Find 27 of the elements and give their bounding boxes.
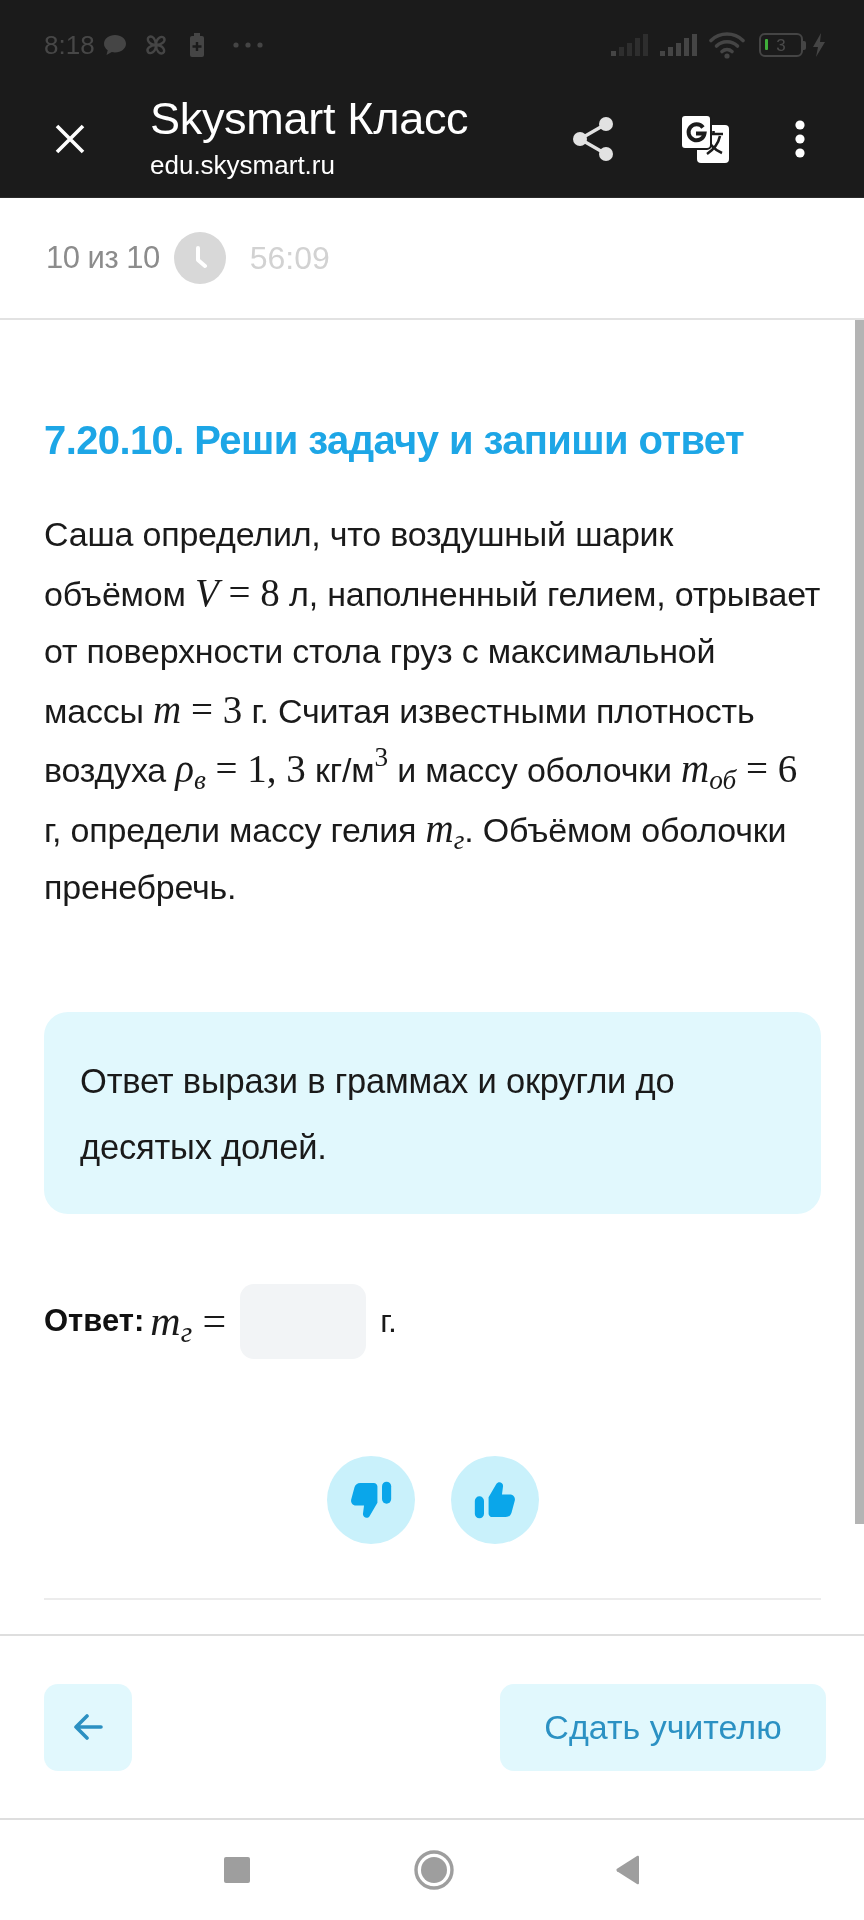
page-url: edu.skysmart.ru bbox=[150, 148, 336, 181]
question-counter: 10 из 10 bbox=[46, 240, 160, 276]
hint-text: Ответ вырази в граммах и округли до десятых долей. bbox=[80, 1060, 676, 1168]
translate-icon bbox=[680, 113, 730, 164]
wifi-icon bbox=[709, 31, 745, 59]
signal-icon bbox=[611, 34, 648, 56]
task-title: 7.20.10. Реши задачу и запиши ответ bbox=[44, 417, 745, 464]
answer-formula: m$_{г}$ = bbox=[150, 1297, 227, 1345]
unit-label: г. bbox=[380, 1302, 397, 1340]
problem-text: Саша определил, что воздушный шарик объёмом V = 8 л, наполненный гелием, отрывает от поверхности стола груз с максимальной массы m = 3 г. Считая известными плотность воздуха ρ$_{в}$ = 1, 3 кг/м$^{3}$ и массу оболочки m$_{об}$ = 6 г, определи массу гелия m$_{г}$. Объёмом оболочки пренебречь. bbox=[44, 514, 821, 908]
submit-button[interactable]: Сдать учителю bbox=[500, 1683, 826, 1771]
signal-icon bbox=[660, 34, 697, 56]
share-icon bbox=[573, 116, 613, 161]
close-icon bbox=[55, 123, 85, 154]
page-title: Skysmart Класс bbox=[150, 92, 470, 145]
battery-plus-icon bbox=[188, 33, 205, 57]
charging-bolt-icon bbox=[812, 33, 826, 57]
more-vertical-icon bbox=[795, 119, 805, 158]
triangle-icon[interactable] bbox=[614, 1855, 641, 1885]
more-dots-icon bbox=[232, 42, 263, 48]
arrow-left-icon bbox=[73, 1714, 103, 1740]
answer-label: Ответ: bbox=[44, 1303, 145, 1339]
chat-bubble-icon bbox=[102, 34, 127, 56]
back-button[interactable] bbox=[44, 1683, 132, 1771]
circle-icon[interactable] bbox=[413, 1850, 454, 1890]
square-icon[interactable] bbox=[223, 1857, 250, 1883]
clock-icon bbox=[173, 232, 226, 284]
